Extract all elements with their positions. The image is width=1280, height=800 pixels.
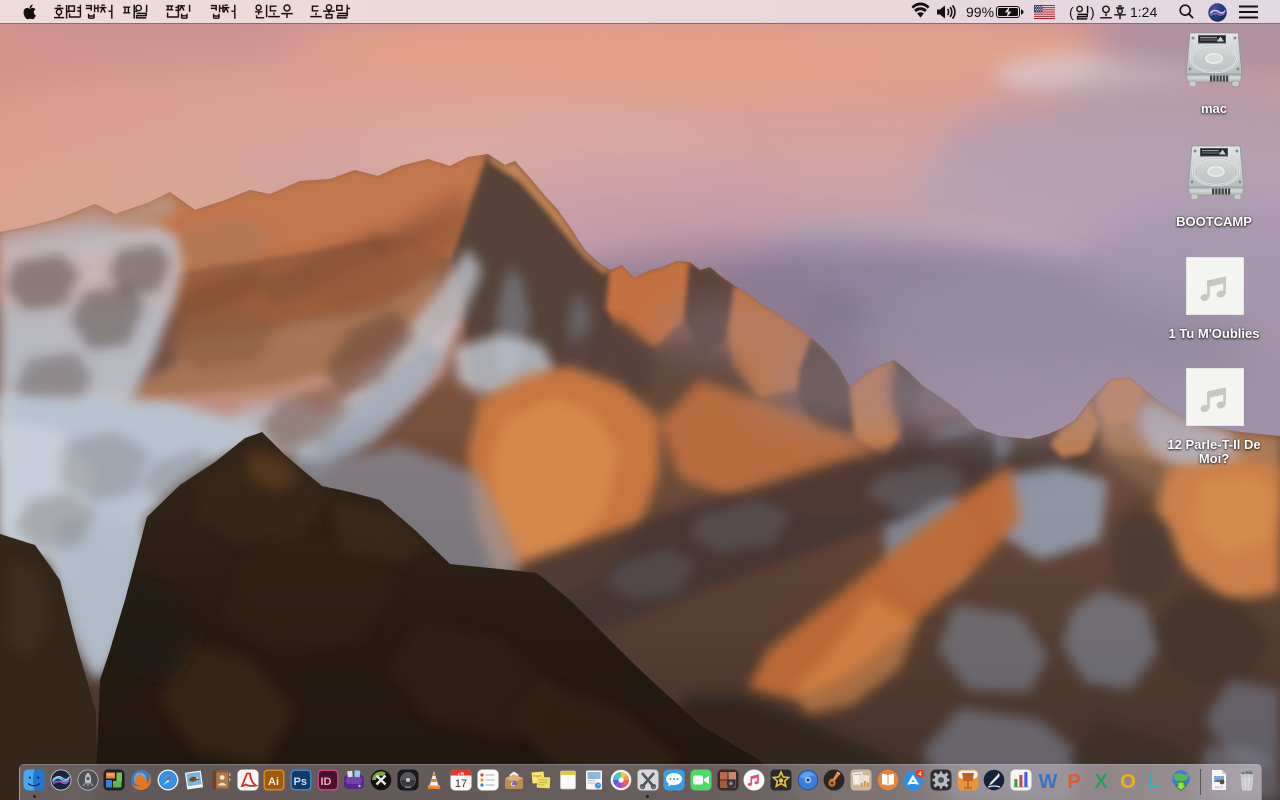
- svg-text:P: P: [1067, 771, 1080, 791]
- svg-text:6월: 6월: [458, 771, 465, 778]
- svg-text:W: W: [1038, 771, 1057, 791]
- svg-text:4: 4: [918, 771, 922, 778]
- svg-text:17: 17: [455, 778, 467, 790]
- svg-text:MOV: MOV: [1215, 786, 1224, 790]
- svg-text:Ai: Ai: [268, 776, 279, 788]
- svg-text:(: (: [1069, 4, 1074, 20]
- svg-text:Ps: Ps: [294, 776, 307, 788]
- svg-text:1:24: 1:24: [1130, 4, 1157, 20]
- svg-text:Plans: Plans: [533, 774, 542, 779]
- svg-text:L: L: [1148, 771, 1160, 791]
- svg-text:O: O: [1120, 771, 1136, 791]
- svg-text:X: X: [1094, 771, 1108, 791]
- svg-text:): ): [1090, 4, 1095, 20]
- svg-text:ID: ID: [320, 776, 331, 788]
- svg-text:99%: 99%: [966, 4, 994, 20]
